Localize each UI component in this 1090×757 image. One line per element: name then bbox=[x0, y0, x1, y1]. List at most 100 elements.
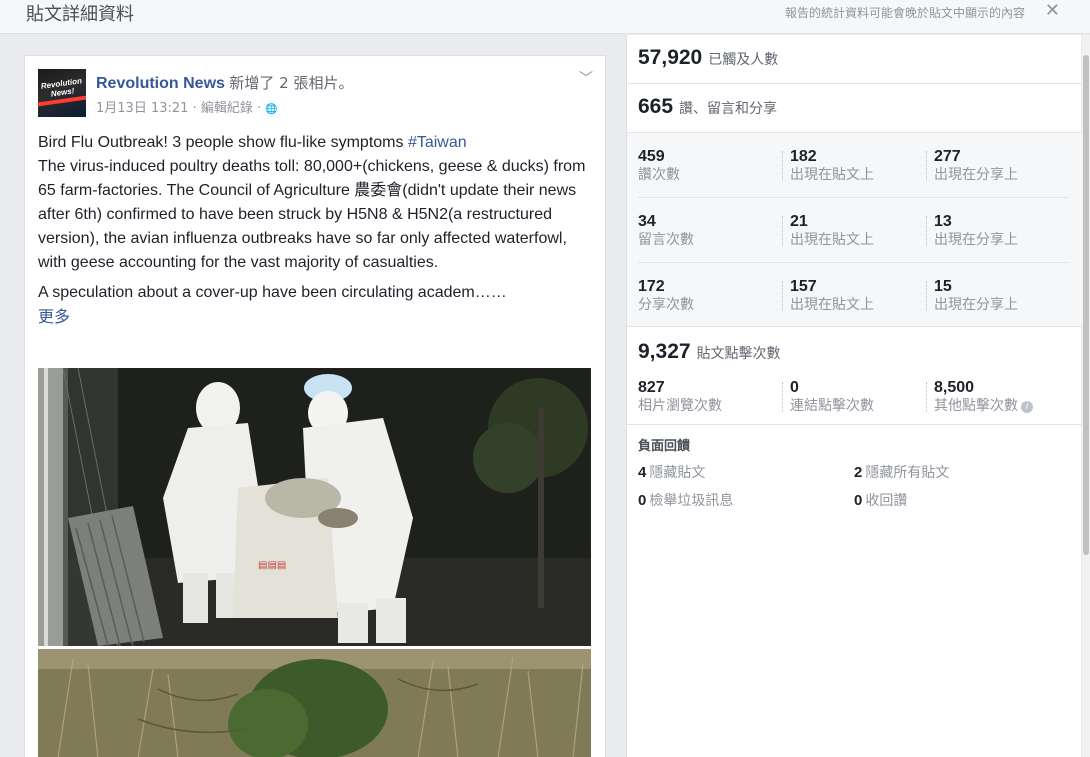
row-divider bbox=[638, 262, 1069, 263]
column-divider bbox=[926, 216, 927, 246]
post-speculation: A speculation about a cover-up have been… bbox=[38, 284, 507, 301]
hide-all-posts-label: 隱藏所有貼文 bbox=[865, 465, 950, 481]
unlike-page: 0 收回讚 bbox=[854, 490, 907, 510]
svg-text:▤▤▤: ▤▤▤ bbox=[258, 560, 286, 571]
comments-on-post: 21 出現在貼文上 bbox=[790, 213, 874, 249]
likes-on-shares: 277 出現在分享上 bbox=[934, 148, 1018, 184]
comments-on-post-value: 21 bbox=[790, 213, 808, 230]
clicks-label: 貼文點擊次數 bbox=[696, 346, 781, 362]
other-clicks-label: 其他點擊次數 bbox=[934, 398, 1018, 414]
photo-views-label: 相片瀏覽次數 bbox=[638, 398, 722, 414]
scrollbar[interactable] bbox=[1082, 35, 1090, 757]
comments-total-label: 留言次數 bbox=[638, 232, 694, 248]
post-card: Revolution News! Revolution News 新增了 2 張… bbox=[24, 55, 606, 757]
likes-on-shares-label: 出現在分享上 bbox=[934, 167, 1018, 183]
column-divider bbox=[926, 382, 927, 412]
info-icon[interactable]: i bbox=[1021, 401, 1033, 413]
likes-on-post: 182 出現在貼文上 bbox=[790, 148, 874, 184]
comments-on-shares-value: 13 bbox=[934, 213, 952, 230]
post-author-line: Revolution News 新增了 2 張相片。 bbox=[96, 72, 353, 93]
shares-on-shares-label: 出現在分享上 bbox=[934, 297, 1018, 313]
shares-on-post-label: 出現在貼文上 bbox=[790, 297, 874, 313]
row-divider bbox=[638, 197, 1069, 198]
likes-total: 459 讚次數 bbox=[638, 148, 680, 184]
comments-on-shares: 13 出現在分享上 bbox=[934, 213, 1018, 249]
post-paragraph: The virus-induced poultry deaths toll: 8… bbox=[38, 158, 586, 271]
unlike-page-value: 0 bbox=[854, 492, 863, 509]
hide-post-label: 隱藏貼文 bbox=[649, 465, 706, 481]
column-divider bbox=[782, 382, 783, 412]
column-divider bbox=[926, 151, 927, 181]
shares-total-value: 172 bbox=[638, 278, 665, 295]
post-meta: 1月13日 13:21 · 編輯紀錄 · 🌐 bbox=[96, 97, 278, 116]
likes-on-shares-value: 277 bbox=[934, 148, 961, 165]
photo-views: 827 相片瀏覽次數 bbox=[638, 379, 722, 415]
link-clicks: 0 連結點擊次數 bbox=[790, 379, 874, 415]
dialog-header: 貼文詳細資料 報告的統計資料可能會晚於貼文中顯示的內容 ✕ bbox=[0, 0, 1090, 34]
negative-feedback-title: 負面回饋 bbox=[638, 439, 691, 454]
comments-total-value: 34 bbox=[638, 213, 656, 230]
photo-workers-illustration: ▤▤▤ bbox=[38, 368, 591, 646]
post-text: Bird Flu Outbreak! 3 people show flu-lik… bbox=[38, 131, 598, 275]
likes-total-label: 讚次數 bbox=[638, 167, 680, 183]
link-clicks-value: 0 bbox=[790, 379, 799, 396]
shares-total-label: 分享次數 bbox=[638, 297, 694, 313]
other-clicks-value: 8,500 bbox=[934, 379, 975, 396]
divider bbox=[627, 83, 1082, 84]
hashtag-link[interactable]: #Taiwan bbox=[408, 134, 467, 151]
post-photo-field[interactable] bbox=[38, 649, 591, 757]
engagement-label: 讚、留言和分享 bbox=[679, 101, 778, 117]
reach-label: 已觸及人數 bbox=[708, 52, 779, 68]
column-divider bbox=[782, 151, 783, 181]
shares-total: 172 分享次數 bbox=[638, 278, 694, 314]
engagement-row: 665 讚、留言和分享 bbox=[627, 95, 1082, 119]
comments-on-post-label: 出現在貼文上 bbox=[790, 232, 874, 248]
meta-separator: · bbox=[192, 101, 197, 116]
column-divider bbox=[782, 216, 783, 246]
close-icon[interactable]: ✕ bbox=[1045, 0, 1060, 21]
dialog-title: 貼文詳細資料 bbox=[26, 4, 134, 25]
post-preview-pane: Revolution News! Revolution News 新增了 2 張… bbox=[4, 35, 624, 757]
engagement-value: 665 bbox=[638, 95, 674, 118]
likes-total-value: 459 bbox=[638, 148, 665, 165]
shares-on-shares: 15 出現在分享上 bbox=[934, 278, 1018, 314]
comments-total: 34 留言次數 bbox=[638, 213, 694, 249]
post-action-text: 新增了 2 張相片。 bbox=[229, 74, 354, 92]
comments-on-shares-label: 出現在分享上 bbox=[934, 232, 1018, 248]
link-clicks-label: 連結點擊次數 bbox=[790, 398, 874, 414]
reach-value: 57,920 bbox=[638, 46, 703, 69]
report-spam-value: 0 bbox=[638, 492, 647, 509]
clicks-value: 9,327 bbox=[638, 340, 691, 363]
likes-on-post-label: 出現在貼文上 bbox=[790, 167, 874, 183]
edit-history-link[interactable]: 編輯紀錄 bbox=[201, 101, 253, 116]
column-divider bbox=[782, 281, 783, 311]
clicks-row: 9,327 貼文點擊次數 bbox=[627, 340, 1082, 364]
avatar[interactable]: Revolution News! bbox=[38, 69, 86, 117]
hide-all-posts-value: 2 bbox=[854, 464, 863, 481]
unlike-page-label: 收回讚 bbox=[865, 493, 908, 509]
divider bbox=[627, 424, 1082, 425]
photo-views-value: 827 bbox=[638, 379, 665, 396]
likes-on-post-value: 182 bbox=[790, 148, 817, 165]
other-clicks: 8,500 其他點擊次數 i bbox=[934, 379, 1033, 415]
hide-all-posts: 2 隱藏所有貼文 bbox=[854, 462, 949, 482]
stats-pane: 57,920 已觸及人數 665 讚、留言和分享 459 讚次數 182 出現在貼文… bbox=[626, 35, 1082, 757]
hide-post: 4 隱藏貼文 bbox=[638, 462, 705, 482]
post-photo-workers[interactable]: ▤▤▤ bbox=[38, 368, 591, 646]
photo-field-illustration bbox=[38, 649, 591, 757]
post-body: Bird Flu Outbreak! 3 people show flu-lik… bbox=[38, 131, 598, 329]
stats-delay-note: 報告的統計資料可能會晚於貼文中顯示的內容 bbox=[784, 6, 1025, 20]
other-clicks-label-line: 其他點擊次數 i bbox=[934, 397, 1033, 415]
see-more-link[interactable]: 更多 bbox=[38, 305, 598, 329]
author-name-link[interactable]: Revolution News bbox=[96, 75, 225, 92]
reach-row: 57,920 已觸及人數 bbox=[627, 46, 1082, 70]
shares-on-post-value: 157 bbox=[790, 278, 817, 295]
chevron-down-icon[interactable]: ﹀ bbox=[579, 68, 593, 88]
shares-on-shares-value: 15 bbox=[934, 278, 952, 295]
shares-on-post: 157 出現在貼文上 bbox=[790, 278, 874, 314]
report-spam: 0 檢舉垃圾訊息 bbox=[638, 490, 733, 510]
column-divider bbox=[926, 281, 927, 311]
scrollbar-thumb[interactable] bbox=[1083, 55, 1089, 555]
post-timestamp[interactable]: 1月13日 13:21 bbox=[96, 101, 188, 116]
globe-icon: 🌐 bbox=[265, 104, 278, 115]
